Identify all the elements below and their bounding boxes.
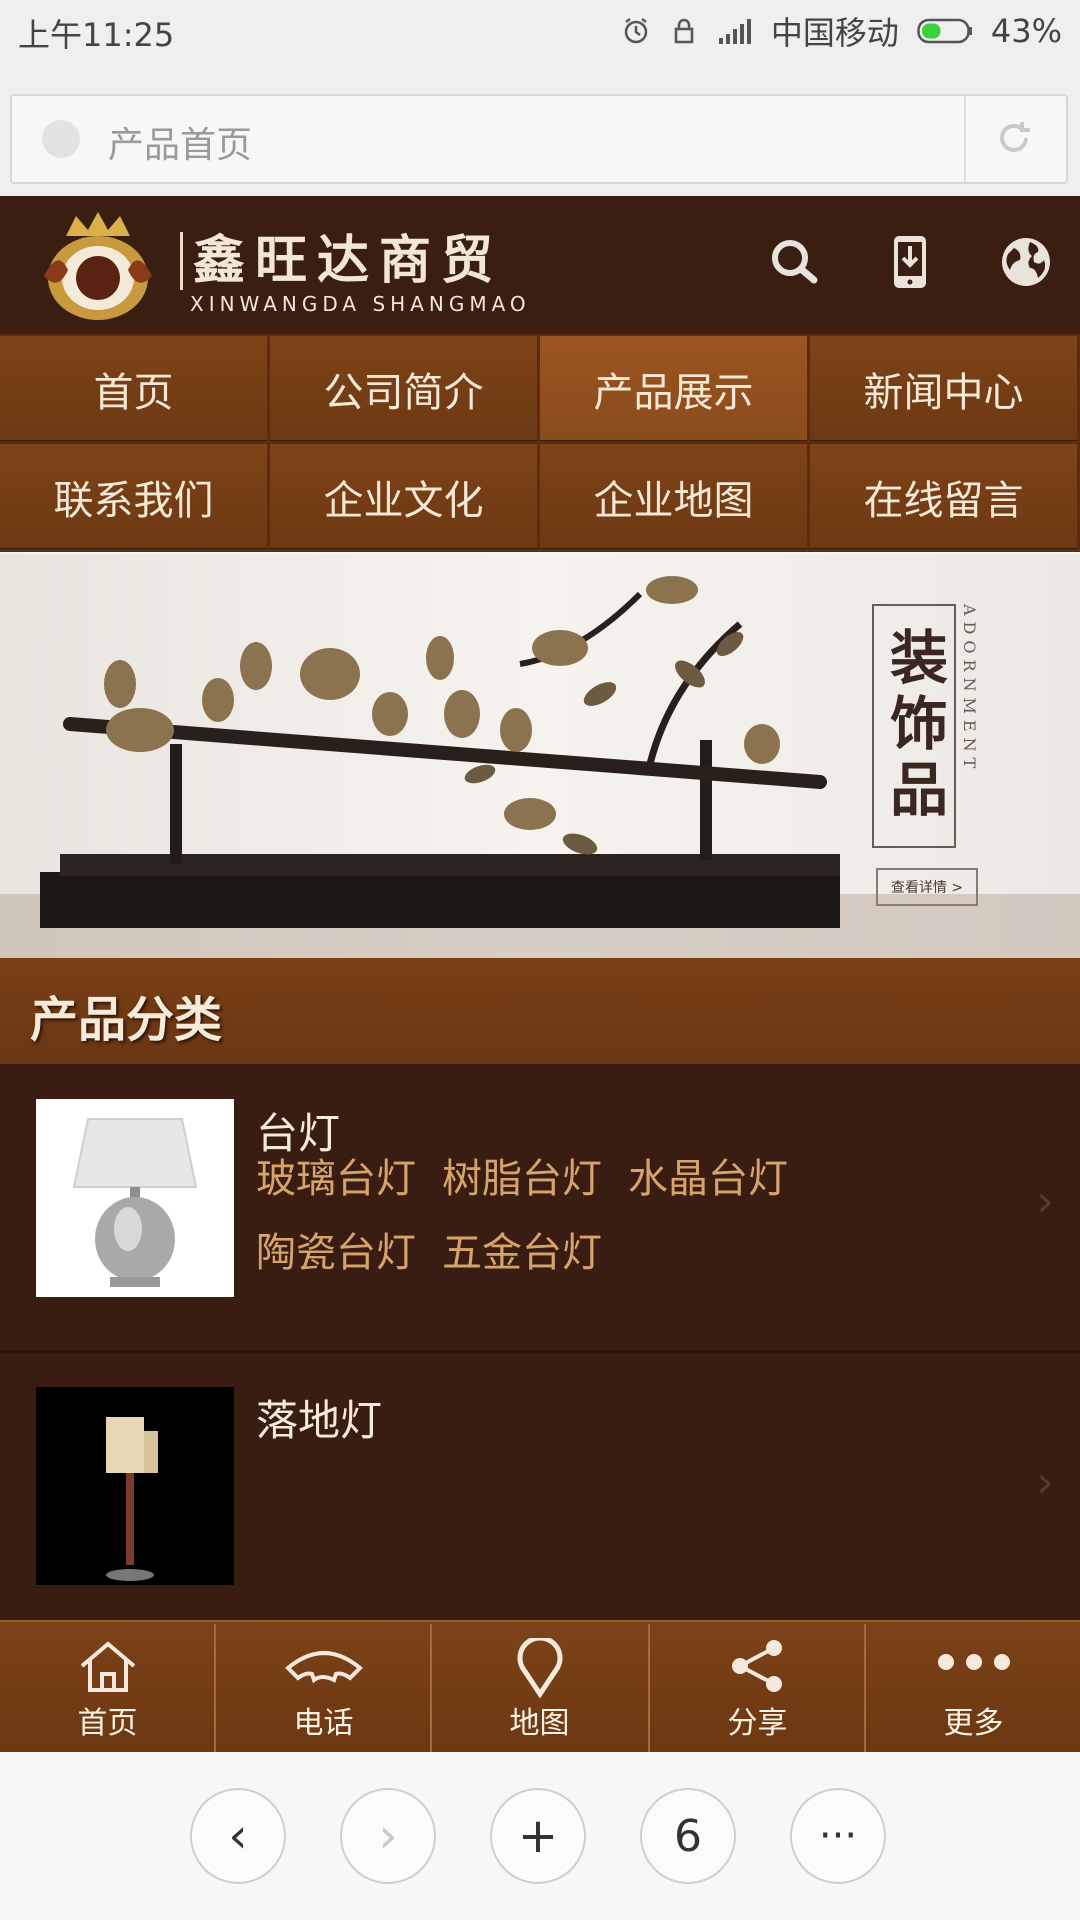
more-icon <box>937 1654 1010 1670</box>
chevron-right-icon: › <box>1036 1457 1054 1508</box>
banner-vertical-en: ADORNMENT <box>960 604 979 775</box>
toolbar-label: 分享 <box>727 1706 788 1741</box>
alarm-icon <box>624 18 648 44</box>
category-header: 产品分类 <box>0 958 1080 1064</box>
subcategory-link[interactable]: 五金台灯 <box>442 1222 602 1284</box>
toolbar-more[interactable]: 更多 <box>866 1622 1080 1754</box>
address-field[interactable]: 产品首页 <box>10 94 1068 184</box>
toolbar-label: 电话 <box>293 1706 354 1741</box>
brand[interactable]: 鑫旺达商贸 XINWANGDA SHANGMAO <box>180 232 531 316</box>
battery-icon <box>917 18 972 44</box>
new-tab-button[interactable]: + <box>490 1788 586 1884</box>
toolbar-home[interactable]: 首页 <box>0 1622 215 1754</box>
floor-lamp-image <box>36 1387 234 1585</box>
brand-name-cn: 鑫旺达商贸 <box>180 232 531 290</box>
tabs-count-button[interactable]: 6 <box>640 1788 736 1884</box>
hero-banner[interactable]: 装饰品 ADORNMENT 查看详情 > <box>0 554 1080 958</box>
toolbar-label: 地图 <box>509 1706 570 1741</box>
forward-button[interactable]: › <box>340 1788 436 1884</box>
subcategory-link[interactable]: 陶瓷台灯 <box>256 1222 416 1284</box>
carrier-name: 中国移动 <box>770 14 899 52</box>
table-lamp-image <box>36 1099 234 1297</box>
reload-icon[interactable] <box>992 116 1036 160</box>
banner-title: 装饰品 <box>880 627 948 825</box>
signal-icon <box>718 19 751 44</box>
nav-item-about[interactable]: 公司简介 <box>270 336 537 441</box>
phone-icon <box>284 1651 363 1684</box>
nav-item-products[interactable]: 产品展示 <box>540 336 807 441</box>
chevron-right-icon: › <box>1036 1176 1054 1227</box>
address-title: 产品首页 <box>108 125 253 166</box>
lock-icon <box>674 18 694 44</box>
share-icon <box>731 1640 782 1692</box>
brand-name-en: XINWANGDA SHANGMAO <box>190 292 531 316</box>
status-bar: 上午11:25 中国移动 43% <box>0 0 1080 60</box>
site-globe-icon <box>42 120 80 158</box>
subcategory-link[interactable]: 水晶台灯 <box>628 1148 788 1210</box>
menu-button[interactable]: ··· <box>790 1788 886 1884</box>
status-time: 上午11:25 <box>18 16 175 54</box>
category-list: 台灯 玻璃台灯 树脂台灯 水晶台灯 陶瓷台灯 五金台灯 › 落地灯 › <box>0 1064 1080 1620</box>
logo-emblem-icon <box>44 212 152 320</box>
battery-percent: 43% <box>990 12 1062 50</box>
search-icon[interactable] <box>764 232 824 292</box>
list-item[interactable]: 台灯 玻璃台灯 树脂台灯 水晶台灯 陶瓷台灯 五金台灯 › <box>0 1064 1080 1350</box>
browser-nav-bar: ‹ › + 6 ··· <box>0 1752 1080 1920</box>
map-pin-icon <box>517 1638 562 1698</box>
banner-title-box: 装饰品 <box>872 604 956 848</box>
banner-detail-button[interactable]: 查看详情 > <box>876 868 978 906</box>
nav-item-contact[interactable]: 联系我们 <box>0 444 267 549</box>
nav-item-map[interactable]: 企业地图 <box>540 444 807 549</box>
toolbar-phone[interactable]: 电话 <box>216 1622 431 1754</box>
category-name: 落地灯 <box>256 1396 383 1445</box>
site-bottom-toolbar: 首页 电话 地图 分享 更多 <box>0 1620 1080 1754</box>
home-icon <box>80 1641 135 1692</box>
nav-item-message[interactable]: 在线留言 <box>810 444 1077 549</box>
site-header: 鑫旺达商贸 XINWANGDA SHANGMAO <box>0 196 1080 334</box>
mobile-download-icon[interactable] <box>880 232 940 292</box>
subcategory-link[interactable]: 树脂台灯 <box>442 1148 602 1210</box>
main-nav: 首页 公司简介 产品展示 新闻中心 联系我们 企业文化 企业地图 在线留言 <box>0 334 1080 552</box>
toolbar-share[interactable]: 分享 <box>650 1622 865 1754</box>
category-heading: 产品分类 <box>30 992 223 1048</box>
address-divider <box>964 96 966 182</box>
nav-item-news[interactable]: 新闻中心 <box>810 336 1077 441</box>
subcategory-list: 玻璃台灯 树脂台灯 水晶台灯 陶瓷台灯 五金台灯 <box>256 1148 936 1284</box>
toolbar-map[interactable]: 地图 <box>432 1622 647 1754</box>
globe-icon[interactable] <box>996 232 1056 292</box>
toolbar-label: 更多 <box>943 1706 1004 1741</box>
list-item[interactable]: 落地灯 › <box>0 1353 1080 1620</box>
toolbar-label: 首页 <box>77 1706 138 1741</box>
subcategory-link[interactable]: 玻璃台灯 <box>256 1148 416 1210</box>
nav-item-culture[interactable]: 企业文化 <box>270 444 537 549</box>
back-button[interactable]: ‹ <box>190 1788 286 1884</box>
browser-address-bar: 产品首页 <box>0 60 1080 196</box>
nav-item-home[interactable]: 首页 <box>0 336 267 441</box>
